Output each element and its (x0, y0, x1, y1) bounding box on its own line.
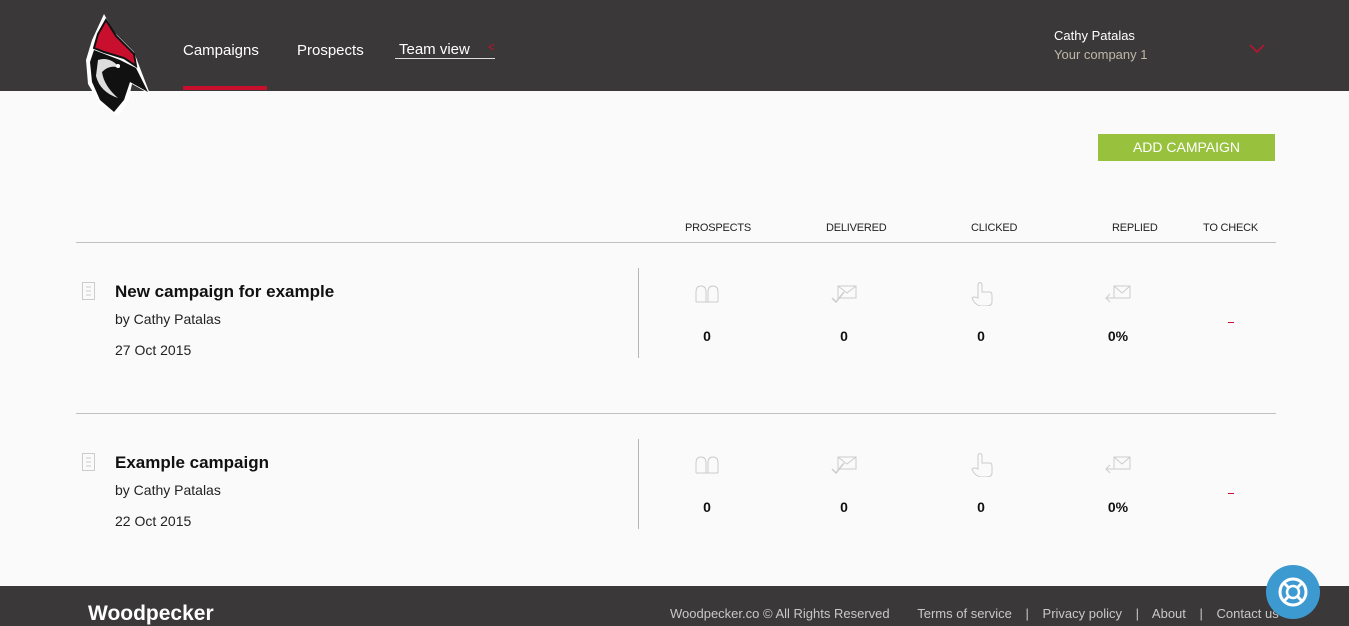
prospects-count: 0 (703, 499, 711, 515)
user-company: Your company 1 (1054, 47, 1148, 62)
campaign-row: New campaign for example by Cathy Patala… (0, 268, 1349, 368)
delivered-icon (831, 285, 857, 304)
delivered-count: 0 (840, 499, 848, 515)
footer-separator: | (1199, 606, 1203, 621)
footer-links: Woodpecker.co © All Rights Reserved Term… (670, 606, 1279, 621)
header-divider (76, 242, 1276, 243)
document-icon (82, 282, 95, 300)
nav-campaigns[interactable]: Campaigns (183, 42, 267, 90)
prospects-count: 0 (703, 328, 711, 344)
document-icon (82, 453, 95, 471)
replied-percent: 0% (1107, 328, 1129, 344)
campaign-date: 27 Oct 2015 (115, 342, 192, 358)
footer-brand: Woodpecker (88, 602, 214, 625)
footer-separator: | (1025, 606, 1029, 621)
column-header-delivered: DELIVERED (826, 222, 887, 234)
row-separator (76, 413, 1276, 414)
chevron-down-icon[interactable] (1249, 44, 1265, 54)
nav-prospects[interactable]: Prospects (297, 42, 364, 59)
nav-team-view[interactable]: Team view (395, 42, 495, 59)
user-menu[interactable]: Cathy Patalas Your company 1 (1054, 28, 1147, 62)
delivered-icon (831, 456, 857, 475)
delivered-count: 0 (840, 328, 848, 344)
footer-separator: | (1135, 606, 1140, 621)
column-header-to-check: TO CHECK (1203, 222, 1259, 234)
column-header-clicked: CLICKED (971, 222, 1018, 234)
campaign-author: by Cathy Patalas (115, 311, 221, 327)
prospects-icon (695, 456, 719, 474)
clicked-icon (971, 453, 993, 477)
column-header-replied: REPLIED (1112, 222, 1158, 234)
clicked-count: 0 (977, 499, 985, 515)
clicked-icon (971, 282, 993, 306)
row-divider (638, 439, 639, 529)
row-divider (638, 268, 639, 358)
about-link[interactable]: About (1152, 606, 1186, 621)
terms-link[interactable]: Terms of service (917, 606, 1012, 621)
campaign-title[interactable]: Example campaign (115, 453, 269, 473)
campaign-date: 22 Oct 2015 (115, 513, 192, 529)
lifebuoy-icon (1278, 577, 1308, 607)
replied-icon (1105, 456, 1131, 474)
replied-percent: 0% (1107, 499, 1129, 515)
chevron-left-icon[interactable]: < (488, 40, 495, 54)
to-check-value (1228, 322, 1234, 323)
column-header-prospects: PROSPECTS (685, 222, 752, 234)
footer: Woodpecker Woodpecker.co © All Rights Re… (0, 586, 1349, 626)
clicked-count: 0 (977, 328, 985, 344)
campaign-author: by Cathy Patalas (115, 482, 221, 498)
replied-icon (1105, 285, 1131, 303)
copyright-text: Woodpecker.co © All Rights Reserved (670, 606, 890, 621)
campaign-row: Example campaign by Cathy Patalas 22 Oct… (0, 439, 1349, 539)
user-name: Cathy Patalas (1054, 28, 1135, 43)
campaign-title[interactable]: New campaign for example (115, 282, 334, 302)
top-header: Campaigns Prospects Team view < Cathy Pa… (0, 0, 1349, 116)
help-button[interactable] (1266, 565, 1320, 619)
woodpecker-logo[interactable] (84, 12, 154, 118)
privacy-link[interactable]: Privacy policy (1043, 606, 1122, 621)
prospects-icon (695, 285, 719, 303)
to-check-value (1228, 493, 1234, 494)
add-campaign-button[interactable]: ADD CAMPAIGN (1098, 134, 1275, 161)
